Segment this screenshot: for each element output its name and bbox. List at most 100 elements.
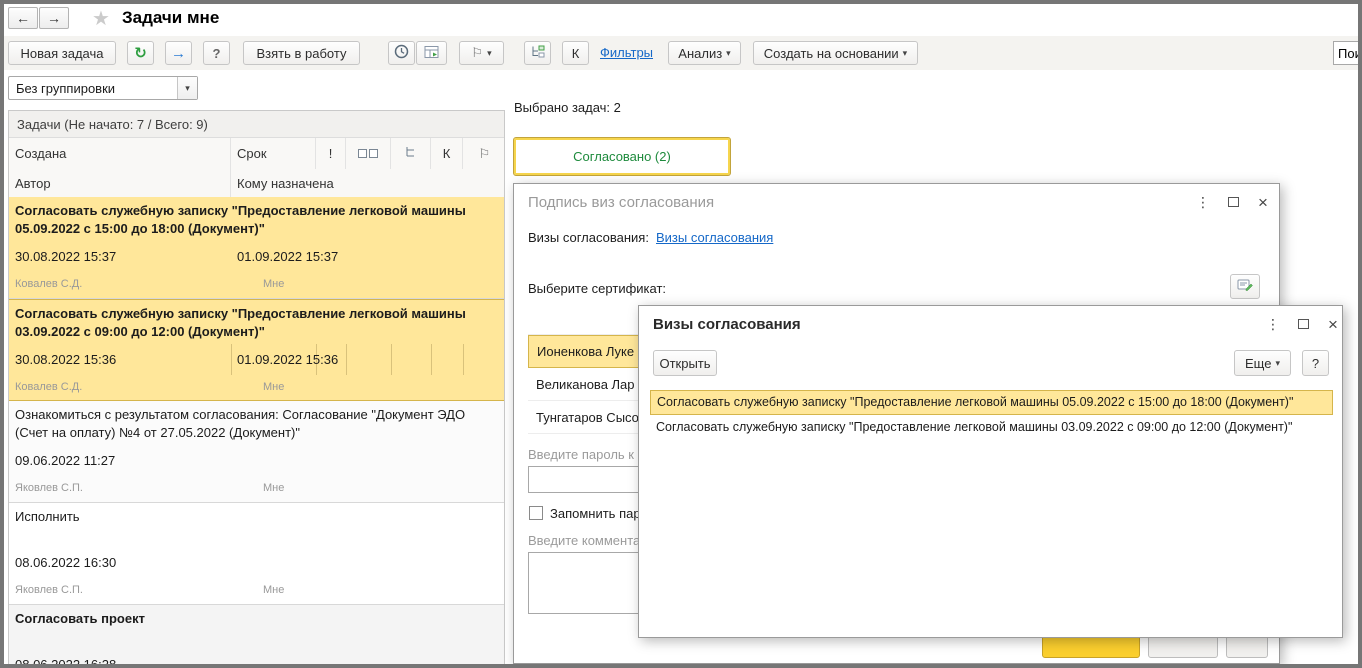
chevron-down-icon: ▾	[903, 48, 908, 59]
column-status[interactable]	[346, 138, 391, 169]
more-actions-label: Еще	[1245, 356, 1271, 371]
task-row[interactable]: Исполнить 08.06.2022 16:30 Яковлев С.П. …	[9, 503, 504, 605]
take-to-work-button[interactable]: Взять в работу	[243, 41, 360, 65]
task-author: Ковалев С.Д.	[15, 375, 82, 399]
maximize-icon	[1228, 197, 1239, 207]
close-button[interactable]: ×	[1321, 314, 1345, 334]
grouping-structure-button[interactable]	[524, 41, 551, 65]
column-header-row-2: Автор Кому назначена	[9, 169, 504, 198]
task-author: Яковлев С.П.	[15, 476, 83, 500]
column-flag[interactable]: ⚐	[463, 138, 505, 169]
task-dates: 30.08.2022 15:37 01.09.2022 15:37	[9, 241, 504, 272]
open-button[interactable]: Открыть	[653, 350, 717, 376]
task-assignee: Мне	[263, 375, 284, 399]
close-button[interactable]: ×	[1251, 192, 1275, 212]
column-created[interactable]: Создана	[9, 138, 231, 169]
more-menu-button[interactable]: ⋮	[1261, 314, 1285, 334]
tree-structure-icon	[404, 146, 418, 161]
task-title: Исполнить	[9, 503, 504, 547]
remember-password-label: Запомнить пар	[550, 506, 641, 521]
deadline-button[interactable]	[388, 41, 415, 65]
visas-link[interactable]: Визы согласования	[656, 230, 773, 245]
maximize-button[interactable]	[1221, 192, 1245, 212]
task-created: 08.06.2022 16:28	[15, 649, 116, 664]
visa-row[interactable]: Согласовать служебную записку "Предостав…	[650, 415, 1333, 440]
grouping-select[interactable]: Без группировки ▾	[8, 76, 198, 100]
task-due: 01.09.2022 15:37	[237, 241, 338, 272]
kebab-icon: ⋮	[1266, 316, 1280, 333]
flag-icon: ⚐	[479, 146, 491, 162]
task-author: Ковалев С.Д.	[15, 272, 82, 296]
history-table-icon	[424, 45, 440, 62]
search-input[interactable]	[1333, 41, 1362, 65]
task-assignee: Мне	[263, 578, 284, 602]
column-grouping[interactable]	[391, 138, 431, 169]
page-title: Задачи мне	[122, 8, 219, 28]
task-list-header: Задачи (Не начато: 7 / Всего: 9)	[9, 111, 504, 138]
comment-label: Введите коммента	[528, 533, 640, 548]
task-author: Яковлев С.П.	[15, 578, 83, 602]
status-square-icon	[358, 149, 367, 158]
maximize-button[interactable]	[1291, 314, 1315, 334]
new-task-button[interactable]: Новая задача	[8, 41, 116, 65]
column-due[interactable]: Срок	[231, 138, 316, 169]
back-icon: ←	[16, 10, 30, 26]
task-assignee: Мне	[263, 272, 284, 296]
flag-dropdown-button[interactable]: ⚐ ▾	[459, 41, 504, 65]
refresh-icon: ↻	[134, 44, 147, 62]
task-dates: 08.06.2022 16:28	[9, 649, 504, 664]
filters-link[interactable]: Фильтры	[600, 45, 653, 60]
help-button[interactable]: ?	[203, 41, 230, 65]
chevron-down-icon: ▾	[487, 48, 492, 59]
column-header-row: Создана Срок ! К ⚐	[9, 138, 504, 170]
remember-password-checkbox[interactable]	[529, 506, 543, 520]
column-priority[interactable]: !	[316, 138, 346, 169]
grouping-value: Без группировки	[16, 81, 115, 96]
task-row[interactable]: Согласовать проект 08.06.2022 16:28	[9, 605, 504, 664]
chevron-down-icon[interactable]: ▾	[177, 77, 197, 99]
approved-action-button[interactable]: Согласовано (2)	[513, 137, 731, 176]
task-row-selected[interactable]: Согласовать служебную записку "Предостав…	[9, 299, 504, 401]
dialog-title: Подпись виз согласования	[528, 194, 714, 211]
visa-row-selected[interactable]: Согласовать служебную записку "Предостав…	[650, 390, 1333, 415]
toolbar: Новая задача ↻ → ? Взять в работу ⚐ ▾	[0, 36, 1362, 70]
flag-icon: ⚐	[471, 45, 483, 61]
task-created: 30.08.2022 15:37	[15, 241, 116, 272]
task-list-panel: Задачи (Не начато: 7 / Всего: 9) Создана…	[8, 110, 505, 664]
header-bar: ← → ★ Задачи мне	[0, 0, 1362, 36]
create-based-on-label: Создать на основании	[764, 46, 899, 61]
task-title: Согласовать служебную записку "Предостав…	[9, 300, 504, 344]
task-row[interactable]: Согласовать служебную записку "Предостав…	[9, 197, 504, 299]
create-based-on-dropdown-button[interactable]: Создать на основании ▾	[753, 41, 918, 65]
close-icon: ×	[1258, 194, 1268, 211]
column-assignee[interactable]: Кому назначена	[231, 169, 505, 197]
task-people: Яковлев С.П. Мне	[9, 578, 504, 604]
refresh-button[interactable]: ↻	[127, 41, 154, 65]
task-dates: 30.08.2022 15:36 01.09.2022 15:36	[9, 344, 504, 375]
favorite-star-icon[interactable]: ★	[92, 6, 110, 31]
task-created: 09.06.2022 11:27	[15, 445, 115, 476]
visa-list: Согласовать служебную записку "Предостав…	[650, 390, 1333, 440]
task-created: 08.06.2022 16:30	[15, 547, 116, 578]
task-dates: 08.06.2022 16:30	[9, 547, 504, 578]
task-title: Ознакомиться с результатом согласования:…	[9, 401, 504, 445]
more-actions-button[interactable]: Еще ▾	[1234, 350, 1291, 376]
go-to-button[interactable]: →	[165, 41, 192, 65]
analysis-label: Анализ	[678, 46, 722, 61]
analysis-dropdown-button[interactable]: Анализ ▾	[668, 41, 741, 65]
more-menu-button[interactable]: ⋮	[1191, 192, 1215, 212]
back-button[interactable]: ←	[8, 7, 38, 29]
forward-icon: →	[47, 10, 61, 26]
selected-tasks-count: Выбрано задач: 2	[514, 100, 621, 115]
help-button[interactable]: ?	[1302, 350, 1329, 376]
task-row[interactable]: Ознакомиться с результатом согласования:…	[9, 401, 504, 503]
execution-history-button[interactable]	[416, 41, 447, 65]
column-author[interactable]: Автор	[9, 169, 231, 197]
clock-icon	[394, 44, 409, 62]
kebab-icon: ⋮	[1196, 194, 1210, 211]
k-filter-button[interactable]: К	[562, 41, 589, 65]
column-k[interactable]: К	[431, 138, 463, 169]
forward-button[interactable]: →	[39, 7, 69, 29]
task-title: Согласовать проект	[9, 605, 504, 649]
certificate-select-button[interactable]	[1230, 274, 1260, 299]
